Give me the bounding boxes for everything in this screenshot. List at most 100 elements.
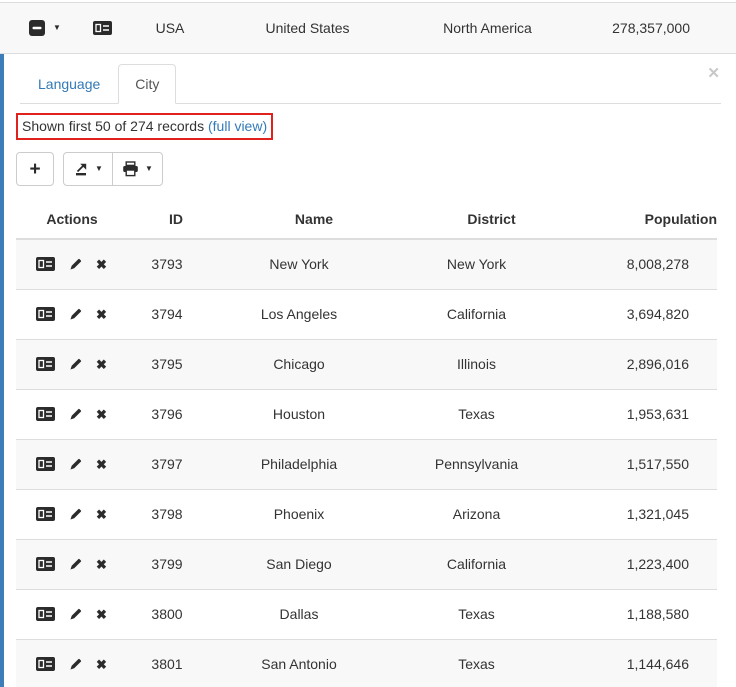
pencil-icon xyxy=(69,408,82,421)
x-icon: ✖ xyxy=(96,408,107,421)
cell-district: Arizona xyxy=(404,489,579,539)
view-row-button[interactable] xyxy=(36,407,55,421)
table-row: ✖ 3795 Chicago Illinois 2,896,016 xyxy=(16,339,717,389)
cell-id: 3793 xyxy=(128,239,224,289)
view-row-button[interactable] xyxy=(36,257,55,271)
cell-id: 3799 xyxy=(128,539,224,589)
cell-district: Texas xyxy=(404,389,579,439)
vcard-icon xyxy=(93,21,112,35)
delete-row-button[interactable]: ✖ xyxy=(96,508,107,521)
view-row-button[interactable] xyxy=(36,557,55,571)
view-row-button[interactable] xyxy=(36,507,55,521)
city-table: Actions ID Name District Population xyxy=(16,201,717,687)
edit-row-button[interactable] xyxy=(69,558,82,571)
export-dropdown-button[interactable]: ▼ xyxy=(63,152,113,186)
view-row-button[interactable] xyxy=(36,607,55,621)
delete-row-button[interactable]: ✖ xyxy=(96,558,107,571)
collapse-row-button[interactable]: ▼ xyxy=(28,19,61,37)
caret-down-icon: ▼ xyxy=(95,165,103,173)
cell-district: California xyxy=(404,289,579,339)
view-row-button[interactable] xyxy=(36,307,55,321)
cell-population: 1,321,045 xyxy=(579,489,717,539)
edit-row-button[interactable] xyxy=(69,308,82,321)
header-district[interactable]: District xyxy=(404,201,579,239)
cell-name: Philadelphia xyxy=(224,439,404,489)
delete-row-button[interactable]: ✖ xyxy=(96,258,107,271)
city-table-header-row: Actions ID Name District Population xyxy=(16,201,717,239)
cell-id: 3794 xyxy=(128,289,224,339)
printer-icon xyxy=(122,161,139,177)
header-id[interactable]: ID xyxy=(128,201,224,239)
cell-name: Los Angeles xyxy=(224,289,404,339)
tab-city[interactable]: City xyxy=(118,64,176,104)
cell-population: 2,896,016 xyxy=(579,339,717,389)
table-row: ✖ 3797 Philadelphia Pennsylvania 1,517,5… xyxy=(16,439,717,489)
delete-row-button[interactable]: ✖ xyxy=(96,308,107,321)
cell-id: 3798 xyxy=(128,489,224,539)
x-icon: ✖ xyxy=(96,358,107,371)
add-record-button[interactable]: + xyxy=(16,152,54,186)
pencil-icon xyxy=(69,608,82,621)
delete-row-button[interactable]: ✖ xyxy=(96,658,107,671)
edit-row-button[interactable] xyxy=(69,358,82,371)
edit-row-button[interactable] xyxy=(69,658,82,671)
table-row: ✖ 3793 New York New York 8,008,278 xyxy=(16,239,717,289)
print-dropdown-button[interactable]: ▼ xyxy=(112,152,163,186)
pencil-icon xyxy=(69,358,82,371)
country-population: 278,357,000 xyxy=(612,20,690,36)
edit-row-button[interactable] xyxy=(69,608,82,621)
table-row: ✖ 3800 Dallas Texas 1,188,580 xyxy=(16,589,717,639)
cell-name: Phoenix xyxy=(224,489,404,539)
pencil-icon xyxy=(69,508,82,521)
cell-district: Pennsylvania xyxy=(404,439,579,489)
view-row-button[interactable] xyxy=(36,457,55,471)
vcard-icon xyxy=(36,607,55,621)
detail-panel: ✕ LanguageCity Shown first 50 of 274 rec… xyxy=(0,54,736,687)
delete-row-button[interactable]: ✖ xyxy=(96,358,107,371)
toolbar: + ▼ xyxy=(16,152,721,186)
cell-district: Texas xyxy=(404,589,579,639)
full-view-link[interactable]: (full view) xyxy=(208,118,267,134)
cell-population: 1,223,400 xyxy=(579,539,717,589)
cell-name: San Diego xyxy=(224,539,404,589)
cell-name: Houston xyxy=(224,389,404,439)
vcard-icon xyxy=(36,507,55,521)
tab-language[interactable]: Language xyxy=(20,65,118,103)
cell-name: Dallas xyxy=(224,589,404,639)
vcard-icon xyxy=(36,457,55,471)
cell-population: 3,694,820 xyxy=(579,289,717,339)
detail-tabs: LanguageCity xyxy=(20,64,721,104)
edit-row-button[interactable] xyxy=(69,508,82,521)
toolbar-button-group: ▼ ▼ xyxy=(63,152,163,186)
pencil-icon xyxy=(69,258,82,271)
pencil-icon xyxy=(69,658,82,671)
x-icon: ✖ xyxy=(96,258,107,271)
pencil-icon xyxy=(69,558,82,571)
header-actions: Actions xyxy=(16,201,128,239)
cell-district: New York xyxy=(404,239,579,289)
view-row-button[interactable] xyxy=(36,357,55,371)
close-icon[interactable]: ✕ xyxy=(707,66,720,81)
export-icon xyxy=(73,161,89,177)
edit-row-button[interactable] xyxy=(69,408,82,421)
delete-row-button[interactable]: ✖ xyxy=(96,608,107,621)
edit-row-button[interactable] xyxy=(69,458,82,471)
country-code: USA xyxy=(140,20,200,36)
pencil-icon xyxy=(69,458,82,471)
cell-population: 8,008,278 xyxy=(579,239,717,289)
cell-id: 3796 xyxy=(128,389,224,439)
cell-district: Illinois xyxy=(404,339,579,389)
cell-population: 1,144,646 xyxy=(579,639,717,687)
header-population[interactable]: Population xyxy=(579,201,717,239)
minus-square-icon xyxy=(28,19,46,37)
edit-row-button[interactable] xyxy=(69,258,82,271)
delete-row-button[interactable]: ✖ xyxy=(96,408,107,421)
caret-down-icon: ▼ xyxy=(53,24,61,32)
x-icon: ✖ xyxy=(96,558,107,571)
delete-row-button[interactable]: ✖ xyxy=(96,458,107,471)
vcard-icon xyxy=(36,407,55,421)
view-row-button[interactable] xyxy=(36,657,55,671)
header-name[interactable]: Name xyxy=(224,201,404,239)
view-record-button[interactable] xyxy=(93,21,112,35)
country-name: United States xyxy=(235,20,380,36)
